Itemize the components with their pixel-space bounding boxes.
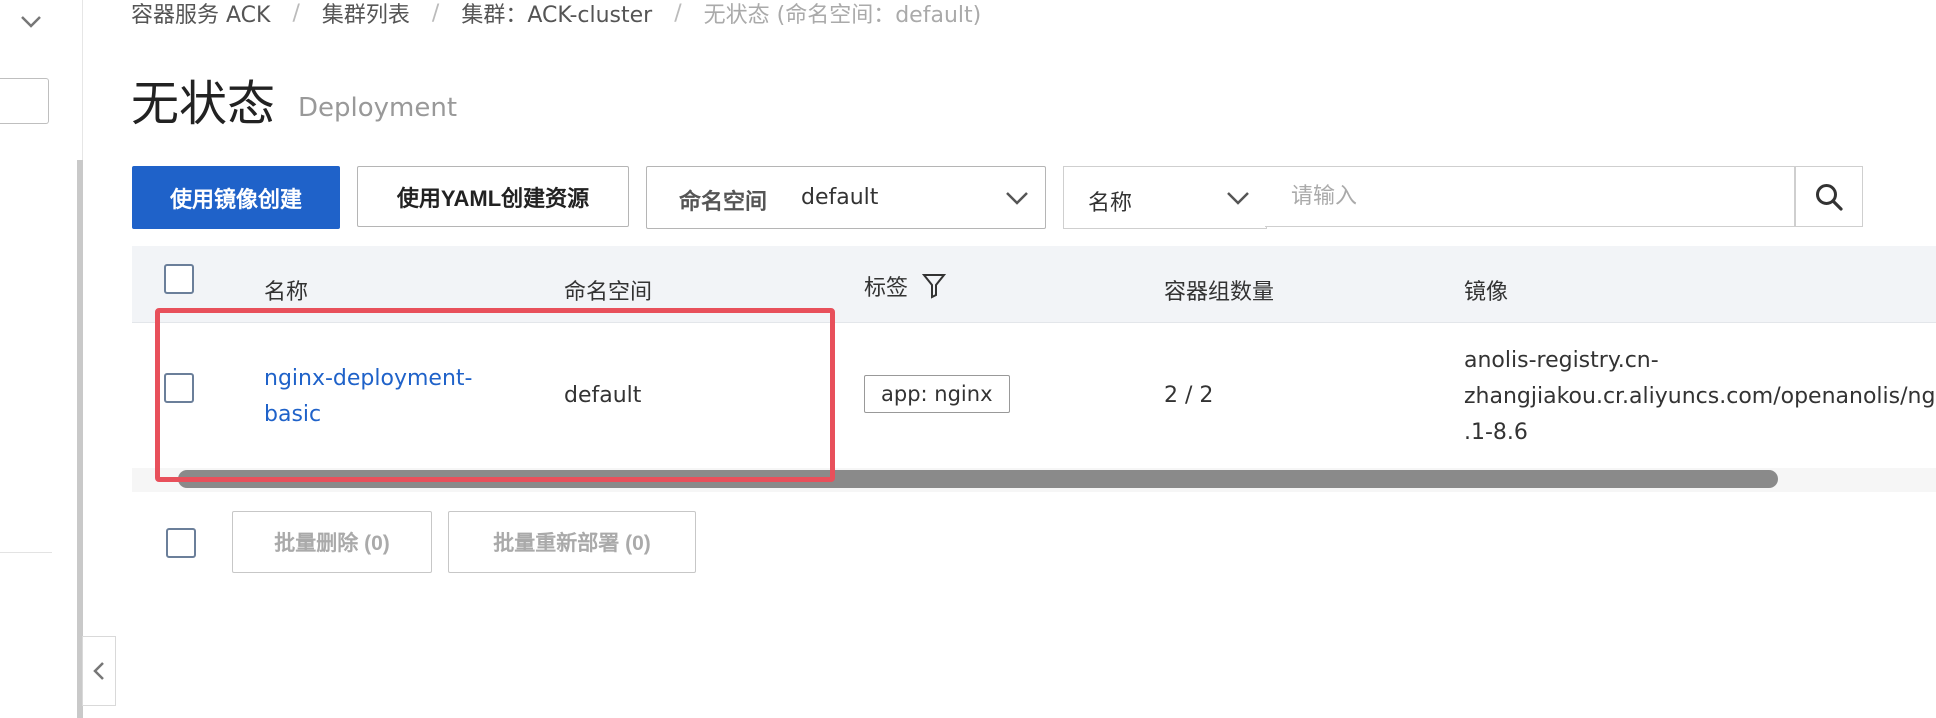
sidebar-scrollbar[interactable] bbox=[77, 160, 83, 718]
create-from-yaml-button[interactable]: 使用YAML创建资源 bbox=[357, 166, 629, 227]
image-line: anolis-registry.cn- bbox=[1464, 348, 1659, 373]
search-input[interactable] bbox=[1265, 166, 1795, 227]
column-header-pods[interactable]: 容器组数量 bbox=[1164, 274, 1274, 306]
namespace-select-label: 命名空间 bbox=[679, 190, 768, 215]
breadcrumb-item-ack[interactable]: 容器服务 ACK bbox=[131, 0, 270, 29]
search-field-select[interactable]: 名称 bbox=[1063, 166, 1267, 229]
create-from-image-button[interactable]: 使用镜像创建 bbox=[132, 166, 340, 229]
namespace-select[interactable]: 命名空间 default bbox=[646, 166, 1046, 229]
breadcrumb-item-cluster-list[interactable]: 集群列表 bbox=[322, 0, 410, 29]
column-header-name[interactable]: 名称 bbox=[264, 274, 308, 306]
search-icon bbox=[1816, 183, 1843, 211]
page-subtitle: Deployment bbox=[298, 93, 458, 123]
batch-redeploy-button[interactable]: 批量重新部署 (0) bbox=[448, 511, 696, 573]
highlight-box bbox=[155, 308, 835, 482]
sidebar-search-field[interactable] bbox=[0, 78, 49, 124]
column-header-image[interactable]: 镜像 bbox=[1464, 274, 1508, 306]
breadcrumb-separator: / bbox=[431, 0, 440, 26]
column-header-namespace[interactable]: 命名空间 bbox=[564, 274, 652, 306]
search-field-select-value: 名称 bbox=[1088, 191, 1133, 216]
chevron-down-icon bbox=[1003, 183, 1031, 211]
chevron-down-icon[interactable] bbox=[18, 8, 44, 34]
search-button[interactable] bbox=[1795, 166, 1863, 227]
batch-delete-button[interactable]: 批量删除 (0) bbox=[232, 511, 432, 573]
breadcrumb-item-cluster[interactable]: 集群：ACK-cluster bbox=[461, 0, 652, 29]
label-tag: app: nginx bbox=[864, 375, 1010, 413]
breadcrumb: 容器服务 ACK / 集群列表 / 集群：ACK-cluster / 无状态 (… bbox=[131, 0, 982, 29]
collapse-sidebar-button[interactable] bbox=[82, 636, 116, 706]
page-title: 无状态 bbox=[131, 76, 276, 132]
select-all-checkbox[interactable] bbox=[164, 264, 194, 294]
filter-icon[interactable] bbox=[921, 273, 947, 303]
namespace-select-value: default bbox=[801, 185, 879, 210]
sidebar-divider bbox=[0, 552, 52, 553]
breadcrumb-current: 无状态 (命名空间：default) bbox=[703, 3, 982, 28]
batch-select-checkbox[interactable] bbox=[166, 528, 196, 558]
image-cell: anolis-registry.cn- zhangjiakou.cr.aliyu… bbox=[1464, 343, 1936, 451]
breadcrumb-separator: / bbox=[292, 0, 300, 26]
chevron-left-icon bbox=[93, 662, 104, 680]
column-header-labels[interactable]: 标签 bbox=[864, 270, 908, 302]
image-line: zhangjiakou.cr.aliyuncs.com/openanolis/n… bbox=[1464, 384, 1936, 409]
chevron-down-icon bbox=[1224, 183, 1252, 211]
breadcrumb-separator: / bbox=[674, 0, 682, 26]
image-line: .1-8.6 bbox=[1464, 420, 1528, 445]
pods-cell: 2 / 2 bbox=[1164, 383, 1214, 408]
